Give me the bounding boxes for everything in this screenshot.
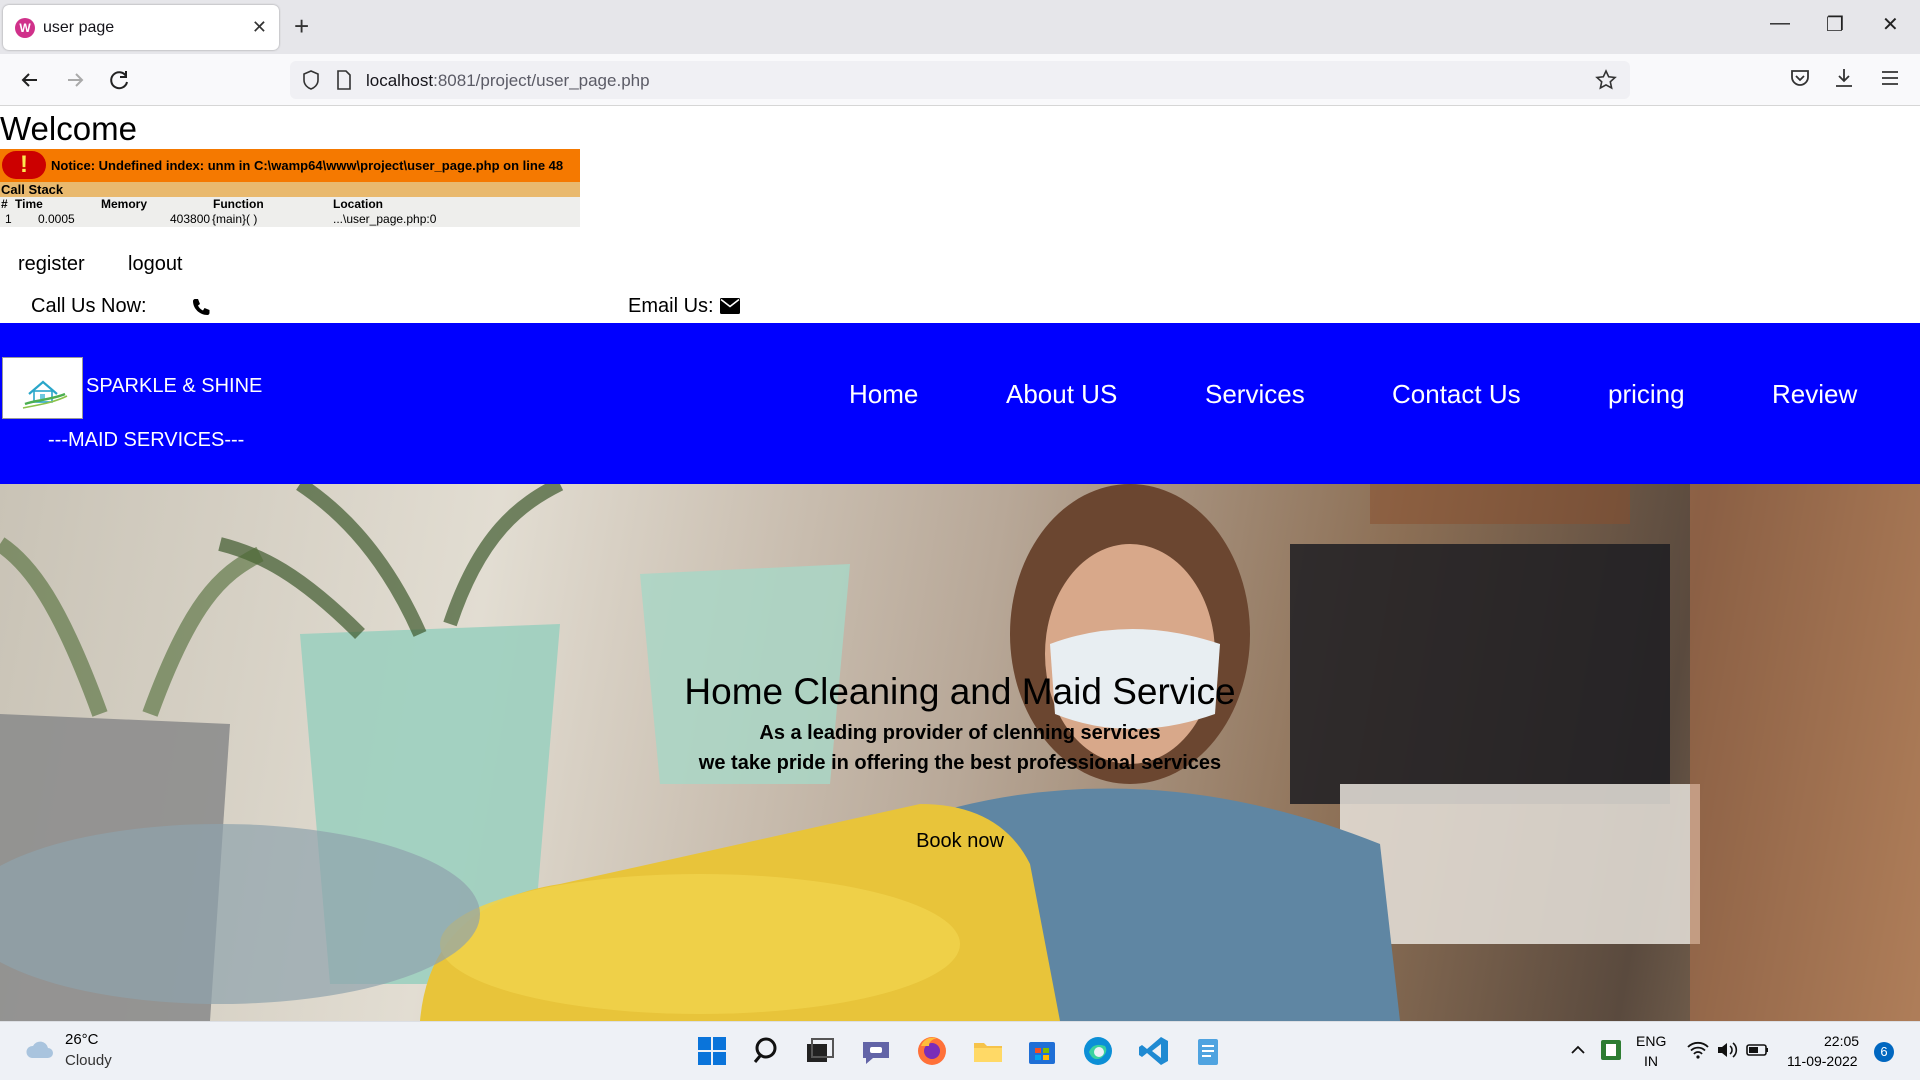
url-text[interactable]: localhost:8081/project/user_page.php	[366, 71, 650, 91]
vscode-icon[interactable]	[1137, 1034, 1171, 1068]
logo-image[interactable]	[2, 357, 83, 419]
language-code[interactable]: ENG	[1636, 1033, 1666, 1049]
chevron-up-icon[interactable]	[1570, 1042, 1586, 1058]
download-icon[interactable]	[1832, 66, 1856, 90]
hero-subtitle-line2: we take pride in offering the best profe…	[698, 752, 1222, 774]
screen: W user page ✕ + — ❐ ✕ localhost:8081/pro…	[0, 0, 1920, 1080]
new-tab-plus-icon[interactable]: +	[294, 12, 309, 40]
back-arrow-icon[interactable]	[15, 65, 45, 95]
logout-link[interactable]: logout	[128, 253, 183, 276]
nav-home[interactable]: Home	[849, 379, 918, 410]
house-logo-icon	[22, 380, 68, 409]
book-now-button[interactable]: Book now	[0, 830, 1920, 853]
call-stack-row: 1 0.0005 403800 {main}( ) ...\user_page.…	[0, 212, 580, 227]
hero-banner: Home Cleaning and Maid Service As a lead…	[0, 484, 1920, 1021]
wamp-favicon-icon: W	[15, 18, 35, 38]
restore-icon[interactable]: ❐	[1826, 12, 1844, 37]
task-view-icon[interactable]	[803, 1034, 837, 1068]
call-stack-header: # Time Memory Function Location	[0, 197, 580, 212]
volume-icon[interactable]	[1716, 1041, 1738, 1059]
weather-condition[interactable]: Cloudy	[65, 1052, 112, 1069]
reload-icon[interactable]	[105, 65, 135, 95]
pocket-icon[interactable]	[1788, 66, 1812, 90]
browser-nav-bar: localhost:8081/project/user_page.php	[0, 54, 1920, 106]
warning-icon: !	[2, 151, 46, 179]
nav-services[interactable]: Services	[1205, 379, 1305, 410]
brand-tagline: ---MAID SERVICES---	[48, 429, 245, 451]
file-explorer-icon[interactable]	[971, 1034, 1005, 1068]
browser-tab-strip: W user page ✕ + — ❐ ✕	[0, 0, 1920, 54]
site-header: SPARKLE & SHINE ---MAID SERVICES--- Home…	[0, 323, 1920, 484]
welcome-heading: Welcome	[0, 110, 137, 147]
shield-icon[interactable]	[300, 69, 322, 91]
battery-icon[interactable]	[1746, 1041, 1770, 1059]
url-bar[interactable]: localhost:8081/project/user_page.php	[290, 61, 1630, 99]
close-window-icon[interactable]: ✕	[1882, 12, 1899, 37]
notification-badge[interactable]: 6	[1874, 1042, 1894, 1062]
windows-start-icon[interactable]	[695, 1034, 729, 1068]
search-icon[interactable]	[751, 1034, 785, 1068]
nav-contact-us[interactable]: Contact Us	[1392, 379, 1521, 410]
minimize-icon[interactable]: —	[1770, 12, 1790, 35]
windows-taskbar: 26°C Cloudy ENG IN 22:05 11-09-2022 6	[0, 1021, 1920, 1080]
microsoft-store-icon[interactable]	[1025, 1034, 1059, 1068]
edge-icon[interactable]	[1081, 1034, 1115, 1068]
tab-close-icon[interactable]: ✕	[252, 17, 267, 38]
firefox-icon[interactable]	[915, 1034, 949, 1068]
notepad-icon[interactable]	[1191, 1034, 1225, 1068]
wifi-icon[interactable]	[1687, 1041, 1709, 1059]
bookmark-star-icon[interactable]	[1594, 68, 1618, 92]
nav-about-us[interactable]: About US	[1006, 379, 1117, 410]
page-icon	[337, 70, 351, 90]
browser-tab[interactable]: W user page ✕	[3, 5, 279, 50]
register-link[interactable]: register	[18, 253, 85, 276]
notice-row: ! Notice: Undefined index: unm in C:\wam…	[0, 149, 580, 182]
hero-title: Home Cleaning and Maid Service	[684, 671, 1236, 712]
email-us-label: Email Us:	[628, 295, 714, 317]
nav-pricing[interactable]: pricing	[1608, 379, 1685, 410]
tab-title: user page	[43, 19, 115, 36]
php-notice-table: ! Notice: Undefined index: unm in C:\wam…	[0, 149, 580, 227]
tray-app-icon[interactable]	[1600, 1039, 1622, 1061]
nav-review[interactable]: Review	[1772, 379, 1857, 410]
call-us-label: Call Us Now:	[31, 295, 147, 317]
brand-name: SPARKLE & SHINE	[86, 375, 263, 397]
cloud-weather-icon[interactable]	[24, 1038, 56, 1062]
hero-subtitle-line1: As a leading provider of clenning servic…	[759, 722, 1161, 744]
envelope-icon	[720, 298, 740, 314]
notice-message: Notice: Undefined index: unm in C:\wamp6…	[51, 158, 564, 173]
clock-date[interactable]: 11-09-2022	[1787, 1053, 1858, 1069]
call-stack-label: Call Stack	[0, 182, 580, 197]
weather-temperature[interactable]: 26°C	[65, 1031, 99, 1048]
clock-time[interactable]: 22:05	[1824, 1033, 1859, 1049]
region-code[interactable]: IN	[1644, 1053, 1658, 1069]
phone-icon	[193, 299, 210, 315]
forward-arrow-icon[interactable]	[60, 65, 90, 95]
hamburger-menu-icon[interactable]	[1878, 66, 1902, 90]
teams-chat-icon[interactable]	[859, 1034, 893, 1068]
